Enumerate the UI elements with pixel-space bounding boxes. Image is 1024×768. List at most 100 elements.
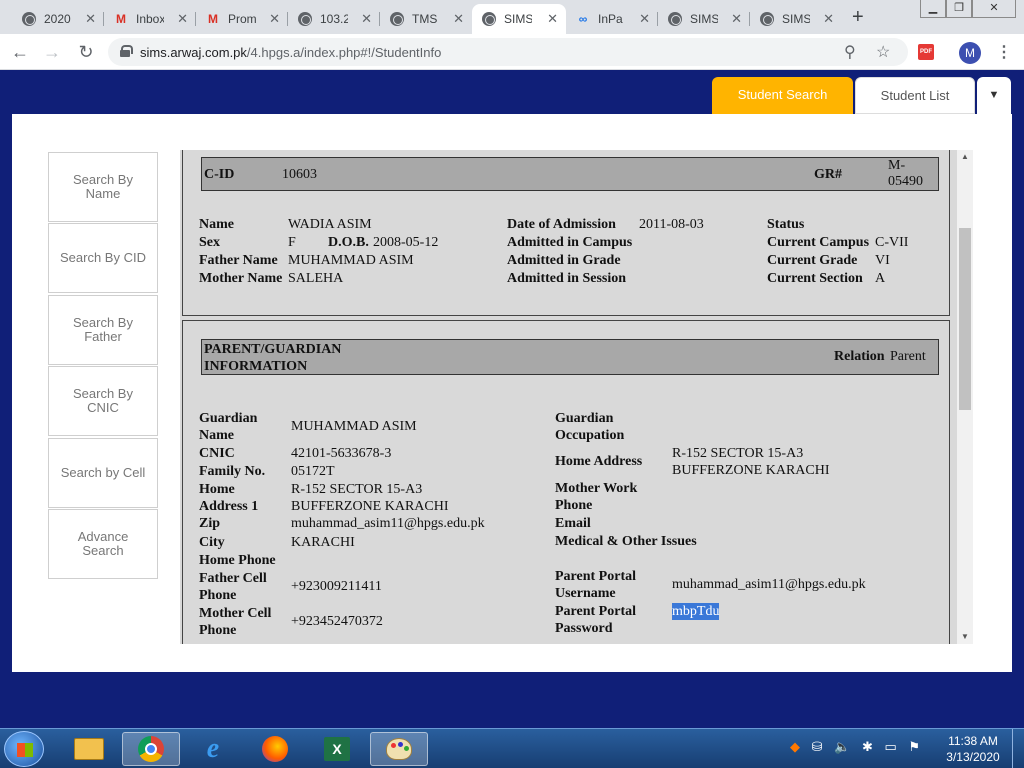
scroll-down-icon[interactable]: ▼: [957, 630, 973, 644]
medical-issues-label: Medical & Other Issues: [555, 534, 697, 549]
student-info-box: C-ID 10603 GR# M-05490 Name WADIA ASIM S…: [182, 150, 950, 316]
close-icon[interactable]: ✕: [639, 11, 650, 27]
scroll-up-icon[interactable]: ▲: [957, 150, 973, 164]
file-explorer-icon[interactable]: [60, 732, 118, 766]
close-icon[interactable]: ✕: [823, 11, 834, 27]
current-campus-value: C-VII: [875, 235, 909, 250]
close-icon[interactable]: ✕: [453, 11, 464, 27]
scrollbar-thumb[interactable]: [959, 228, 971, 410]
home-address-value: R-152 SECTOR 15-A3 BUFFERZONE KARACHI: [672, 446, 830, 478]
search-by-father-button[interactable]: Search By Father: [48, 295, 158, 365]
tab-student-search[interactable]: Student Search: [712, 77, 853, 114]
sex-label: Sex: [199, 235, 220, 250]
url-text: sims.arwaj.com.pk/4.hpgs.a/index.php#!/S…: [140, 45, 441, 60]
father-cell-label: Father Cell Phone: [199, 571, 267, 603]
search-by-name-button[interactable]: Search By Name: [48, 152, 158, 222]
close-icon[interactable]: ✕: [547, 11, 558, 27]
tab-label: Inbox: [136, 12, 164, 26]
action-center-flag-icon[interactable]: ⚑: [908, 739, 920, 754]
vertical-scrollbar[interactable]: ▲ ▼: [957, 150, 973, 644]
bluetooth-icon[interactable]: ✱: [862, 739, 873, 754]
close-icon[interactable]: ✕: [269, 11, 280, 27]
globe-icon: [482, 12, 496, 26]
browser-tab[interactable]: M Prom ✕: [196, 4, 288, 34]
firefox-icon[interactable]: [246, 732, 304, 766]
date-of-admission-label: Date of Admission: [507, 217, 616, 232]
browser-tab[interactable]: ∞ InPa ✕: [566, 4, 658, 34]
close-icon[interactable]: ✕: [731, 11, 742, 27]
mother-cell-label: Mother Cell Phone: [199, 606, 272, 638]
browser-tab[interactable]: SIMS ✕: [750, 4, 842, 34]
close-icon[interactable]: ✕: [85, 11, 96, 27]
admitted-campus-label: Admitted in Campus: [507, 235, 633, 250]
tab-label: 103.2: [320, 12, 348, 26]
portal-password-label: Parent Portal Password: [555, 604, 636, 636]
url-host: sims.arwaj.com.pk: [140, 45, 247, 60]
browser-tab-active[interactable]: SIMS ✕: [472, 4, 566, 34]
chevron-down-icon[interactable]: ▼: [977, 77, 1011, 114]
close-icon[interactable]: ✕: [177, 11, 188, 27]
advance-search-button[interactable]: Advance Search: [48, 509, 158, 579]
taskbar-clock[interactable]: 11:38 AM 3/13/2020: [940, 733, 1006, 765]
browser-tab[interactable]: 103.2 ✕: [288, 4, 380, 34]
student-info-scroll-area[interactable]: C-ID 10603 GR# M-05490 Name WADIA ASIM S…: [180, 150, 973, 644]
volume-icon[interactable]: 🔈: [834, 739, 850, 754]
pdf-extension-icon[interactable]: PDF: [918, 44, 934, 60]
globe-icon: [760, 12, 774, 26]
browser-tab[interactable]: 2020 ✕: [12, 4, 104, 34]
father-cell-value: +923009211411: [291, 579, 382, 594]
relation-value: Parent: [890, 349, 926, 364]
avast-icon[interactable]: ◆: [790, 739, 800, 754]
family-no-label: Family No.: [199, 464, 266, 479]
lock-icon: [120, 45, 133, 57]
page-background: Student Search Student List ▼ Search By …: [0, 70, 1024, 728]
browser-tab[interactable]: TMS ✕: [380, 4, 472, 34]
dob-label: D.O.B.: [328, 235, 369, 250]
menu-kebab-icon[interactable]: ⋮: [996, 42, 1012, 62]
home-address-1-label: Home Address 1: [199, 482, 259, 514]
browser-tabstrip: 2020 ✕ M Inbox ✕ M Prom ✕ 103.2 ✕ TMS ✕ …: [0, 0, 1024, 34]
tab-student-list[interactable]: Student List: [855, 77, 975, 114]
network-icon[interactable]: ⛁: [812, 739, 823, 754]
excel-icon[interactable]: X: [308, 732, 366, 766]
window-close-icon[interactable]: ✕: [972, 0, 1016, 18]
dob-value: 2008-05-12: [373, 235, 439, 250]
infinity-icon: ∞: [578, 12, 588, 26]
guardian-name-value: MUHAMMAD ASIM: [291, 419, 417, 434]
paint-icon[interactable]: [370, 732, 428, 766]
guardian-occupation-label: Guardian Occupation: [555, 411, 625, 443]
maximize-icon[interactable]: ❐: [946, 0, 972, 18]
search-by-cell-button[interactable]: Search by Cell: [48, 438, 158, 508]
gmail-icon: M: [208, 12, 218, 26]
internet-explorer-icon[interactable]: e: [184, 732, 242, 766]
cnic-label: CNIC: [199, 446, 235, 461]
browser-tab[interactable]: SIMS ✕: [658, 4, 750, 34]
search-by-cid-button[interactable]: Search By CID: [48, 223, 158, 293]
gmail-icon: M: [116, 12, 126, 26]
chrome-icon[interactable]: [122, 732, 180, 766]
browser-tab[interactable]: M Inbox ✕: [104, 4, 196, 34]
clock-time: 11:38 AM: [948, 734, 998, 748]
new-tab-icon[interactable]: +: [852, 6, 864, 29]
windows-start-icon[interactable]: [4, 731, 44, 767]
forward-icon[interactable]: →: [40, 40, 64, 64]
mother-name-label: Mother Name: [199, 271, 283, 286]
bookmark-star-icon[interactable]: ☆: [876, 42, 890, 62]
mother-work-phone-label: Mother Work Phone: [555, 481, 638, 513]
address-bar[interactable]: sims.arwaj.com.pk/4.hpgs.a/index.php#!/S…: [108, 38, 908, 66]
portal-password-value[interactable]: mbpTdu: [672, 603, 720, 620]
display-icon[interactable]: ▭: [885, 739, 897, 754]
profile-avatar[interactable]: M: [959, 42, 981, 64]
zoom-icon[interactable]: ⚲: [844, 42, 856, 62]
reload-icon[interactable]: ↻: [74, 40, 98, 64]
current-section-label: Current Section: [767, 271, 863, 286]
close-icon[interactable]: ✕: [361, 11, 372, 27]
tab-label: Prom: [228, 12, 256, 26]
current-grade-label: Current Grade: [767, 253, 858, 268]
current-grade-value: VI: [875, 253, 890, 268]
minimize-icon[interactable]: ▁: [920, 0, 946, 18]
search-by-cnic-button[interactable]: Search By CNIC: [48, 366, 158, 436]
windows-taskbar: e X ◆ ⛁ 🔈 ✱ ▭ ⚑ 11:38 AM 3/13/2020: [0, 728, 1024, 768]
back-icon[interactable]: ←: [8, 40, 32, 64]
show-desktop-button[interactable]: [1012, 729, 1024, 768]
